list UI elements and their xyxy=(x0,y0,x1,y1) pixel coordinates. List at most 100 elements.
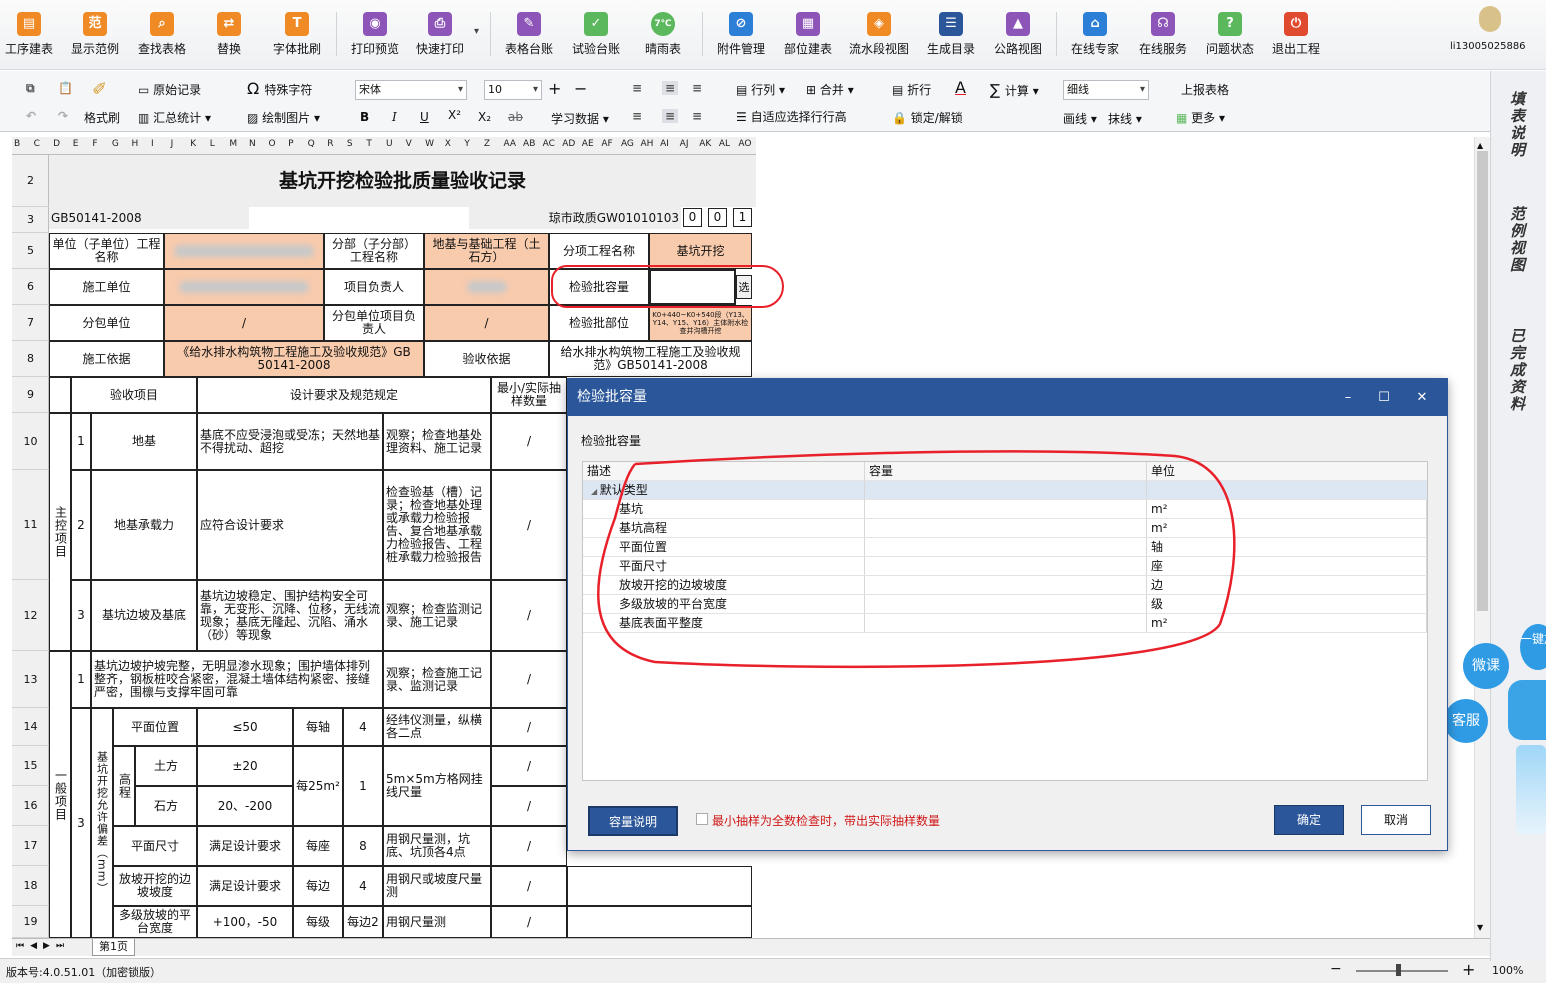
superscript-icon[interactable]: X² xyxy=(448,108,461,122)
column-letter[interactable]: W xyxy=(425,139,434,149)
column-letter[interactable]: AL xyxy=(719,139,730,149)
align-bottom-icon[interactable]: ≡ xyxy=(692,81,702,95)
unit-value[interactable] xyxy=(164,233,324,269)
column-letter[interactable]: G xyxy=(112,139,119,149)
column-letter[interactable]: AJ xyxy=(680,139,689,149)
road-view-button[interactable]: ▲ 公路视图 xyxy=(991,8,1045,66)
sample-value[interactable]: / xyxy=(491,708,567,746)
more-button[interactable]: ▦ 更多 ▾ xyxy=(1176,109,1225,126)
copy-icon[interactable]: ⧉ xyxy=(26,81,35,96)
sample-value[interactable]: / xyxy=(491,866,567,906)
row-number-header[interactable]: 9 xyxy=(12,377,49,413)
completed-data-tab[interactable]: 已完成资料 xyxy=(1507,328,1528,413)
row-col-button[interactable]: ▤ 行列 ▾ xyxy=(736,81,785,98)
find-table-button[interactable]: ⌕ 查找表格 xyxy=(135,8,189,66)
report-table-button[interactable]: 上报表格 xyxy=(1181,81,1229,98)
row-number-header[interactable]: 14 xyxy=(12,708,49,746)
zoom-slider-thumb[interactable] xyxy=(1396,964,1401,976)
row-number-header[interactable]: 16 xyxy=(12,786,49,826)
align-left-icon[interactable]: ≡ xyxy=(632,109,642,123)
sheet-tab[interactable]: 第1页 xyxy=(92,939,135,956)
sub-pm-value[interactable]: / xyxy=(424,305,549,341)
sample-value[interactable]: / xyxy=(491,746,567,786)
online-service-button[interactable]: ☊ 在线服务 xyxy=(1136,8,1190,66)
attachments-button[interactable]: ⊘ 附件管理 xyxy=(714,8,768,66)
subdivision-value[interactable]: 地基与基础工程（土石方） xyxy=(424,233,549,269)
sub-contractor-value[interactable]: / xyxy=(164,305,324,341)
bold-icon[interactable]: B xyxy=(360,110,369,124)
code-box[interactable]: 0 xyxy=(708,208,727,227)
item-value[interactable]: 基坑开挖 xyxy=(649,233,752,269)
ok-button[interactable]: 确定 xyxy=(1274,805,1344,835)
align-top-icon[interactable]: ≡ xyxy=(632,81,642,95)
row-number-header[interactable]: 17 xyxy=(12,826,49,866)
row-number-header[interactable]: 10 xyxy=(12,413,49,470)
column-letter[interactable]: AO xyxy=(738,139,751,149)
column-letter[interactable]: K xyxy=(190,139,196,149)
fill-instructions-tab[interactable]: 填表说明 xyxy=(1507,91,1528,159)
table-ledger-button[interactable]: ✎ 表格台账 xyxy=(502,8,556,66)
row-number-header[interactable]: 5 xyxy=(12,233,49,269)
column-letter[interactable]: U xyxy=(386,139,393,149)
subscript-icon[interactable]: X₂ xyxy=(478,110,491,124)
format-brush-button[interactable]: 格式刷 xyxy=(84,109,120,126)
result-cell[interactable] xyxy=(567,866,752,906)
special-char-button[interactable]: Ω 特殊字符 xyxy=(247,79,312,98)
study-data-button[interactable]: 学习数据 ▾ xyxy=(551,110,609,127)
column-letter[interactable]: X xyxy=(445,139,451,149)
lock-unlock-button[interactable]: 🔒 锁定/解锁 xyxy=(892,109,963,126)
underline-icon[interactable]: U xyxy=(420,110,429,124)
code-box[interactable]: 0 xyxy=(683,208,702,227)
column-letter[interactable]: F xyxy=(92,139,97,149)
row-number-header[interactable]: 15 xyxy=(12,746,49,786)
sample-value[interactable]: / xyxy=(491,786,567,826)
draw-line-button[interactable]: 画线 ▾ xyxy=(1063,110,1097,127)
column-letter[interactable]: AB xyxy=(523,139,535,149)
column-letter[interactable]: AK xyxy=(699,139,711,149)
column-letter[interactable]: R xyxy=(327,139,333,149)
robot-mascot-icon[interactable] xyxy=(1508,680,1546,740)
auto-row-height-button[interactable]: ☰ 自适应选择行行高 xyxy=(736,108,847,125)
example-view-tab[interactable]: 范例视图 xyxy=(1507,206,1528,274)
font-color-icon[interactable]: A xyxy=(955,78,966,97)
part-value[interactable]: K0+440~K0+540段（Y13、Y14、Y15、Y16）主体附水检查井沟槽… xyxy=(649,305,752,341)
decrease-font-icon[interactable]: − xyxy=(574,79,587,98)
avatar[interactable] xyxy=(1479,6,1501,32)
capacity-help-button[interactable]: 容量说明 xyxy=(588,806,678,836)
flow-view-button[interactable]: ◈ 流水段视图 xyxy=(846,8,912,66)
redo-icon[interactable]: ↷ xyxy=(58,109,68,123)
sample-value[interactable]: / xyxy=(491,413,567,470)
zoom-in-icon[interactable]: + xyxy=(1462,960,1475,979)
basis-value[interactable]: 《给水排水构筑物工程施工及验收规范》GB 50141-2008 xyxy=(164,341,424,377)
scroll-down-icon[interactable]: ▼ xyxy=(1477,923,1483,932)
row-number-header[interactable]: 6 xyxy=(12,269,49,305)
acceptance-basis-value[interactable]: 给水排水构筑物工程施工及验收规范》GB50141-2008 xyxy=(549,341,752,377)
font-size-select[interactable]: 10 xyxy=(484,80,542,100)
column-letter[interactable]: AI xyxy=(660,139,669,149)
format-brush-icon[interactable]: ✐ xyxy=(92,79,107,100)
sample-value[interactable]: / xyxy=(491,826,567,866)
column-letter[interactable]: Q xyxy=(308,139,315,149)
sample-value[interactable]: / xyxy=(491,580,567,651)
zoom-slider[interactable] xyxy=(1356,970,1448,972)
column-letter[interactable]: Z xyxy=(484,139,490,149)
row-number-header[interactable]: 11 xyxy=(12,470,49,580)
minimize-icon[interactable]: – xyxy=(1330,379,1366,416)
undo-icon[interactable]: ↶ xyxy=(26,109,36,123)
replace-button[interactable]: ⇄ 替换 xyxy=(206,8,252,66)
vertical-scrollbar[interactable]: ▲ ▼ xyxy=(1474,137,1490,938)
align-middle-icon[interactable]: ≡ xyxy=(662,81,679,95)
user-name[interactable]: li13005025886 xyxy=(1450,41,1526,52)
column-letter[interactable]: J xyxy=(171,139,174,149)
column-letter[interactable]: L xyxy=(210,139,215,149)
maximize-icon[interactable]: ☐ xyxy=(1366,379,1402,416)
sample-value[interactable]: / xyxy=(491,651,567,708)
sample-value[interactable]: / xyxy=(491,906,567,938)
column-letter[interactable]: AH xyxy=(641,139,654,149)
column-letter[interactable]: AF xyxy=(601,139,612,149)
close-icon[interactable]: ✕ xyxy=(1404,379,1440,416)
strikethrough-icon[interactable]: ab xyxy=(508,110,523,124)
column-letter[interactable]: P xyxy=(288,139,293,149)
row-number-header[interactable]: 18 xyxy=(12,866,49,906)
paste-icon[interactable]: 📋 xyxy=(58,81,73,95)
